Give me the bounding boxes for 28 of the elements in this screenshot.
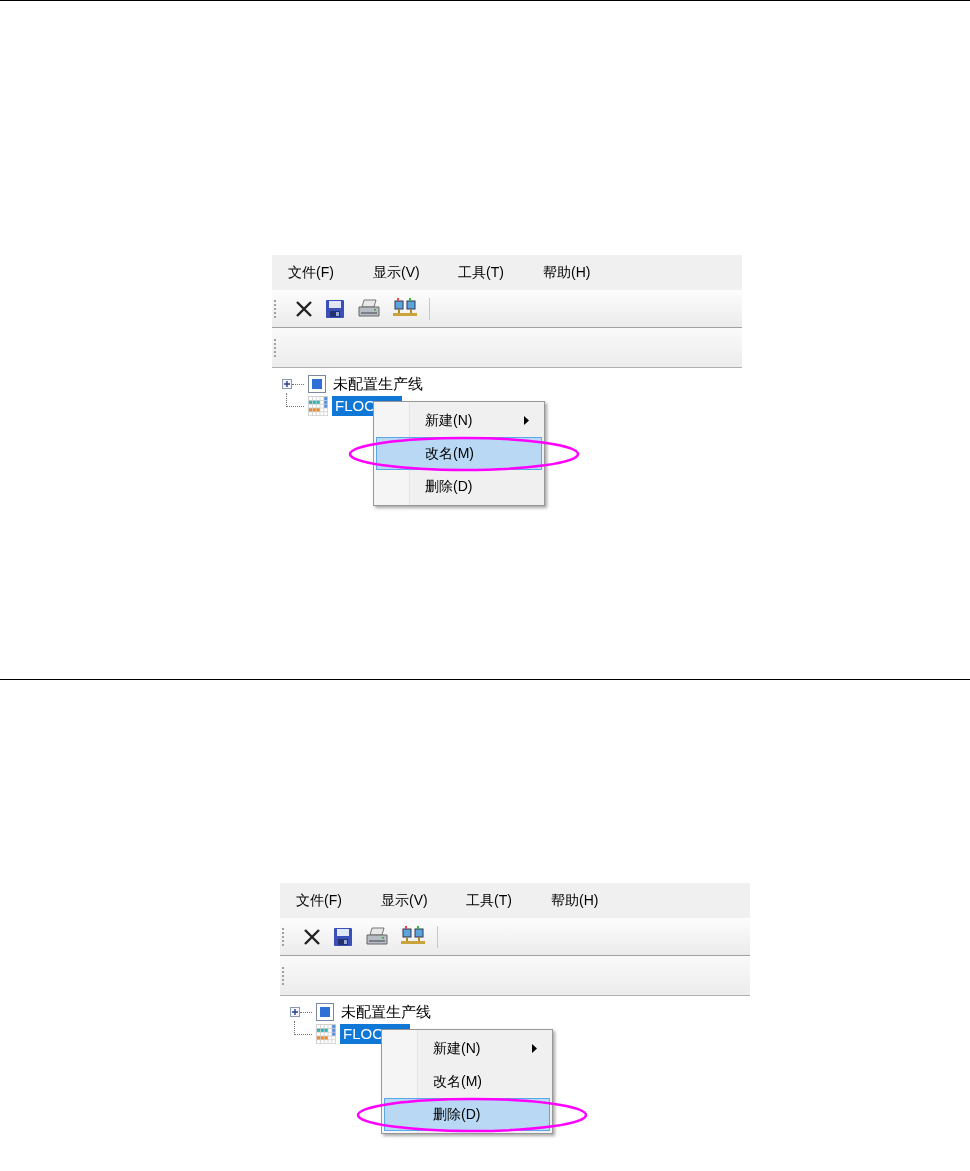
menu-item[interactable]: 工具(T) — [458, 262, 543, 283]
grip-icon[interactable] — [282, 926, 285, 947]
expand-icon[interactable] — [290, 1007, 300, 1017]
grip-icon[interactable] — [274, 298, 277, 319]
grid-node-icon — [308, 396, 328, 416]
close-icon[interactable] — [295, 299, 313, 318]
grid-node-icon — [316, 1024, 336, 1044]
grip-icon[interactable] — [274, 337, 277, 358]
printer-icon[interactable] — [357, 298, 381, 319]
submenu-arrow-icon — [524, 416, 529, 425]
grip-icon[interactable] — [282, 965, 285, 986]
square-node-icon — [308, 375, 326, 393]
menu-item[interactable]: 显示(V) — [381, 890, 466, 911]
menu-item[interactable]: 文件(F) — [288, 262, 373, 283]
menu-item[interactable]: 工具(T) — [466, 890, 551, 911]
menu-item[interactable]: 帮助(H) — [551, 890, 636, 911]
menu-item[interactable]: 帮助(H) — [543, 262, 628, 283]
menu-item[interactable]: 文件(F) — [296, 890, 381, 911]
menu-item[interactable]: 显示(V) — [373, 262, 458, 283]
expand-icon[interactable] — [282, 379, 292, 389]
tree-item-label[interactable]: 未配置生产线 — [330, 374, 426, 394]
submenu-arrow-icon — [532, 1044, 537, 1053]
tree-item-label[interactable]: 未配置生产线 — [338, 1002, 434, 1022]
square-node-icon — [316, 1003, 334, 1021]
context-menu-item[interactable]: 改名(M) — [384, 1065, 550, 1098]
close-icon[interactable] — [303, 927, 321, 946]
printer-icon[interactable] — [365, 926, 389, 947]
context-menu-item[interactable]: 删除(D) — [376, 470, 542, 503]
